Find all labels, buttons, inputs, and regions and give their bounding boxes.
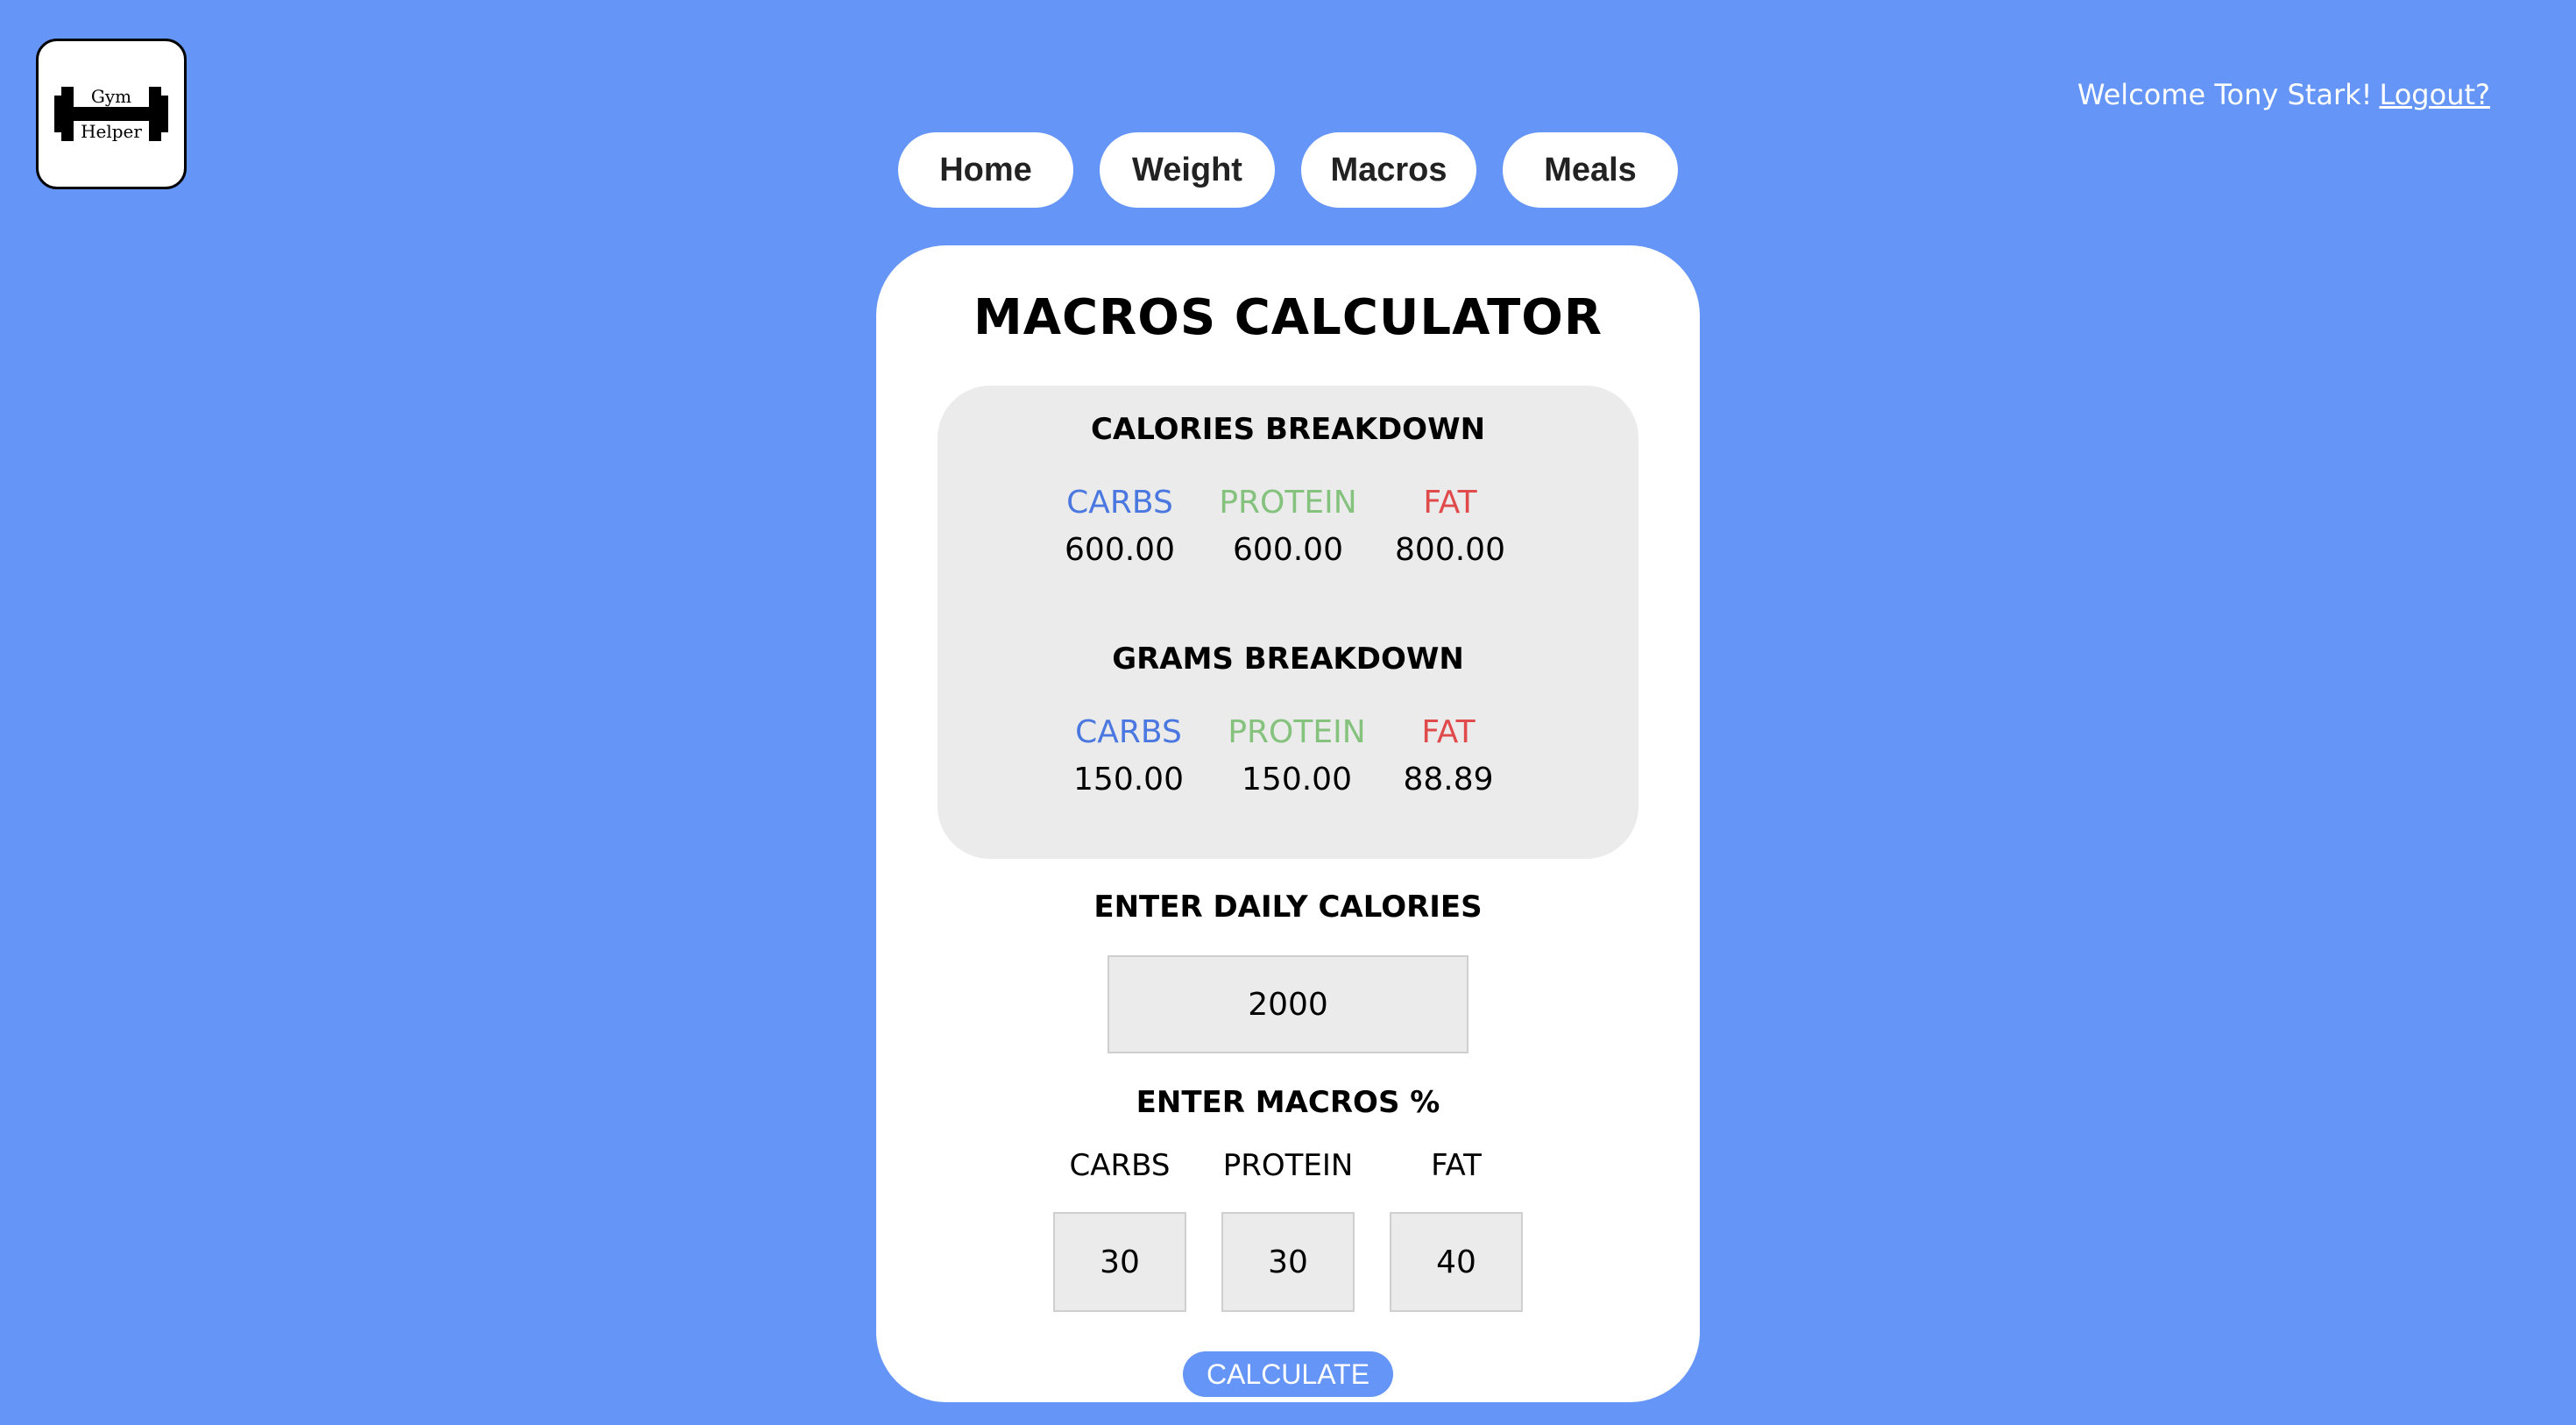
welcome-area: Welcome Tony Stark! Logout? — [2077, 77, 2490, 112]
nav-weight-button[interactable]: Weight — [1100, 132, 1275, 208]
grams-carbs-label: CARBS — [1075, 714, 1182, 750]
calories-protein-value: 600.00 — [1233, 532, 1343, 568]
logo-text-line1: Gym — [90, 86, 132, 107]
grams-fat-label: FAT — [1421, 714, 1476, 750]
calories-fat: FAT 800.00 — [1371, 484, 1529, 570]
calories-carbs-value: 600.00 — [1065, 532, 1175, 568]
macros-percent-heading: ENTER MACROS % — [1136, 1085, 1440, 1120]
protein-percent-label: PROTEIN — [1222, 1148, 1354, 1183]
protein-percent-input[interactable] — [1221, 1212, 1355, 1312]
calculate-button[interactable]: CALCULATE — [1183, 1351, 1393, 1397]
welcome-text: Welcome Tony Stark! — [2077, 78, 2373, 111]
grams-fat-value: 88.89 — [1403, 762, 1494, 798]
calories-breakdown-heading: CALORIES BREAKDOWN — [1090, 412, 1486, 447]
nav-home-button[interactable]: Home — [898, 132, 1073, 208]
daily-calories-input[interactable] — [1108, 955, 1468, 1053]
grams-fat: FAT 88.89 — [1369, 713, 1527, 799]
calories-fat-label: FAT — [1423, 485, 1477, 521]
nav-meals-button[interactable]: Meals — [1503, 132, 1678, 208]
page-title: MACROS CALCULATOR — [973, 289, 1603, 346]
gym-helper-logo[interactable]: Gym Helper — [36, 39, 187, 189]
macros-calculator-card: MACROS CALCULATOR CALORIES BREAKDOWN CAR… — [876, 245, 1700, 1402]
logo-text-line2: Helper — [81, 121, 142, 142]
nav-macros-button[interactable]: Macros — [1301, 132, 1476, 208]
calories-fat-value: 800.00 — [1395, 532, 1505, 568]
carbs-percent-label: CARBS — [1069, 1148, 1171, 1183]
grams-carbs-value: 150.00 — [1073, 762, 1184, 798]
calories-protein: PROTEIN 600.00 — [1209, 484, 1367, 570]
daily-calories-heading: ENTER DAILY CALORIES — [1093, 890, 1483, 925]
calories-carbs: CARBS 600.00 — [1041, 484, 1199, 570]
calories-protein-label: PROTEIN — [1219, 485, 1357, 521]
grams-protein-label: PROTEIN — [1228, 714, 1366, 750]
fat-percent-label: FAT — [1431, 1148, 1482, 1183]
grams-breakdown-heading: GRAMS BREAKDOWN — [1112, 642, 1464, 677]
grams-protein: PROTEIN 150.00 — [1218, 713, 1376, 799]
grams-carbs: CARBS 150.00 — [1050, 713, 1207, 799]
breakdown-panel: CALORIES BREAKDOWN CARBS 600.00 PROTEIN … — [938, 386, 1638, 859]
logout-link[interactable]: Logout? — [2379, 78, 2490, 111]
fat-percent-input[interactable] — [1390, 1212, 1523, 1312]
dumbbell-icon — [54, 85, 168, 143]
carbs-percent-input[interactable] — [1053, 1212, 1186, 1312]
main-nav: Home Weight Macros Meals — [898, 132, 1678, 208]
calories-carbs-label: CARBS — [1066, 485, 1173, 521]
grams-protein-value: 150.00 — [1242, 762, 1352, 798]
